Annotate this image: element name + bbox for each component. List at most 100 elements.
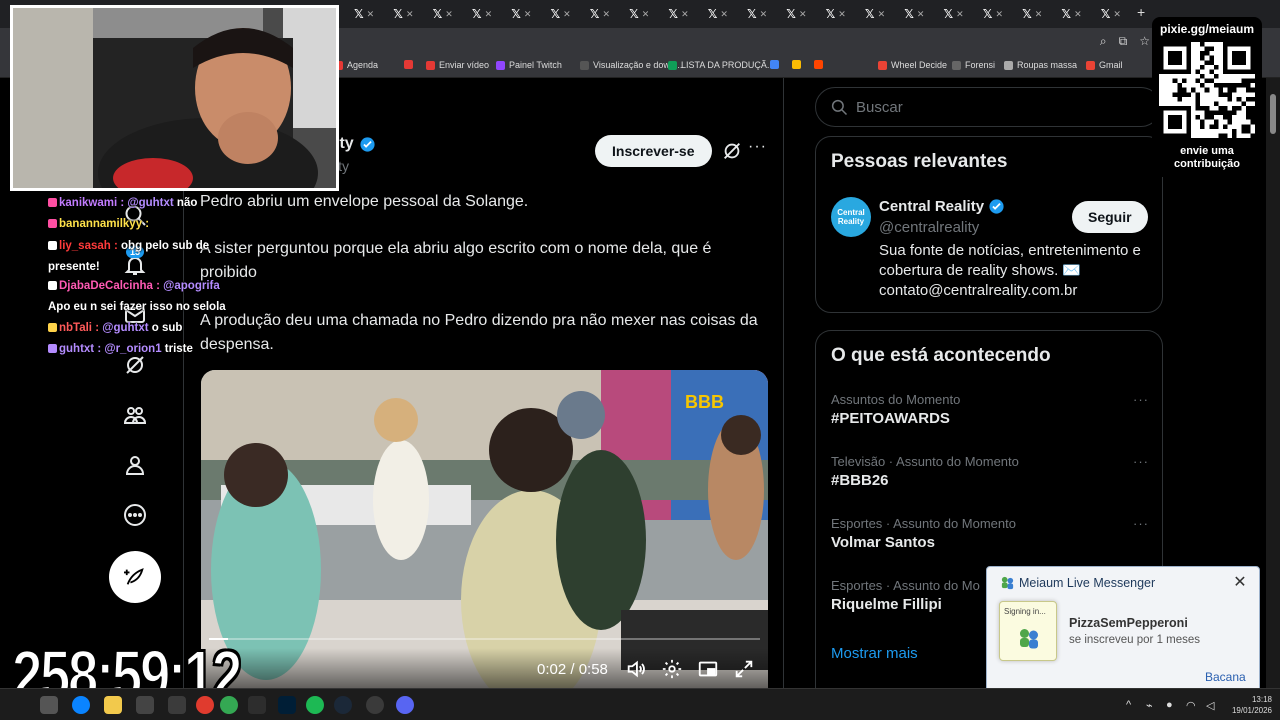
messenger-action-link[interactable]: Bacana xyxy=(1205,670,1246,684)
trend-item[interactable]: Televisão · Assunto do Momento #BBB26 ··… xyxy=(831,454,1149,489)
tab-close-icon[interactable]: ✕ xyxy=(1113,9,1121,20)
grok-icon[interactable] xyxy=(122,352,148,378)
taskbar-app-icon[interactable] xyxy=(136,696,154,714)
network-icon[interactable]: ⌁ xyxy=(1146,699,1153,712)
browser-tab[interactable]: 𝕏 ✕ xyxy=(786,4,820,24)
scrollbar-thumb[interactable] xyxy=(1270,94,1276,134)
tab-close-icon[interactable]: ✕ xyxy=(524,9,532,20)
browser-tab[interactable]: 𝕏 ✕ xyxy=(904,4,938,24)
tab-close-icon[interactable]: ✕ xyxy=(681,9,689,20)
photoshop-icon[interactable] xyxy=(278,696,296,714)
bookmark-item[interactable]: Agenda xyxy=(334,60,378,70)
bookmark-item[interactable]: Painel Twitch xyxy=(496,60,562,70)
bookmark-item[interactable]: Roupas massa xyxy=(1004,60,1077,70)
tab-close-icon[interactable]: ✕ xyxy=(878,9,886,20)
system-clock[interactable]: 13:18 19/01/2026 xyxy=(1226,694,1272,716)
tab-close-icon[interactable]: ✕ xyxy=(485,9,493,20)
page-scrollbar[interactable] xyxy=(1266,78,1280,688)
tab-close-icon[interactable]: ✕ xyxy=(563,9,571,20)
browser-tab[interactable]: 𝕏 ✕ xyxy=(983,4,1017,24)
microphone-icon[interactable]: ● xyxy=(1166,699,1173,711)
browser-tab[interactable]: 𝕏 ✕ xyxy=(472,4,506,24)
subscribe-button[interactable]: Inscrever-se xyxy=(595,135,712,167)
folder-icon[interactable] xyxy=(104,696,122,714)
browser-tab[interactable]: 𝕏 ✕ xyxy=(865,4,899,24)
chrome-icon[interactable] xyxy=(220,696,238,714)
tab-close-icon[interactable]: ✕ xyxy=(995,9,1003,20)
bookmark-item[interactable] xyxy=(770,60,779,69)
account-name[interactable]: ity xyxy=(335,135,376,153)
pip-icon[interactable] xyxy=(697,658,719,680)
bookmark-item[interactable] xyxy=(404,60,413,69)
video-progress-bar[interactable] xyxy=(209,638,760,640)
spotify-icon[interactable] xyxy=(306,696,324,714)
communities-icon[interactable] xyxy=(122,402,148,428)
follow-button[interactable]: Seguir xyxy=(1072,201,1148,233)
tab-close-icon[interactable]: ✕ xyxy=(760,9,768,20)
zoom-icon[interactable]: ⌕ xyxy=(1100,34,1107,49)
relevant-account-name-text[interactable]: Central Reality xyxy=(879,198,984,215)
browser-tab[interactable]: 𝕏 ✕ xyxy=(393,4,427,24)
bookmark-item[interactable]: Wheel Decide xyxy=(878,60,947,70)
browser-tab[interactable]: 𝕏 ✕ xyxy=(708,4,742,24)
video-player[interactable]: BBB 0:02 / 0:58 xyxy=(201,370,768,688)
tab-close-icon[interactable]: ✕ xyxy=(956,9,964,20)
browser-tab[interactable]: 𝕏 ✕ xyxy=(433,4,467,24)
volume-tray-icon[interactable]: ◁ xyxy=(1206,699,1214,712)
tab-close-icon[interactable]: ✕ xyxy=(1035,9,1043,20)
tab-close-icon[interactable]: ✕ xyxy=(406,9,414,20)
volume-icon[interactable] xyxy=(625,658,647,680)
edge-icon[interactable] xyxy=(72,696,90,714)
tab-close-icon[interactable]: ✕ xyxy=(602,9,610,20)
bookmark-item[interactable] xyxy=(814,60,823,69)
tab-close-icon[interactable]: ✕ xyxy=(642,9,650,20)
bookmark-item[interactable]: Gmail xyxy=(1086,60,1123,70)
fullscreen-icon[interactable] xyxy=(733,658,755,680)
search-bar[interactable] xyxy=(815,87,1161,127)
browser-tab[interactable]: 𝕏 ✕ xyxy=(1022,4,1056,24)
taskbar-app-icon[interactable] xyxy=(168,696,186,714)
browser-tab[interactable]: 𝕏 ✕ xyxy=(826,4,860,24)
extension-icon[interactable]: ⧉ xyxy=(1119,34,1128,49)
trend-more-icon[interactable]: ··· xyxy=(1133,454,1149,469)
browser-tab[interactable]: 𝕏 ✕ xyxy=(944,4,978,24)
profile-icon[interactable] xyxy=(122,452,148,478)
tab-close-icon[interactable]: ✕ xyxy=(445,9,453,20)
tab-close-icon[interactable]: ✕ xyxy=(367,9,375,20)
taskbar-app-icon[interactable] xyxy=(40,696,58,714)
star-icon[interactable]: ☆ xyxy=(1139,34,1150,49)
browser-tab[interactable]: 𝕏 ✕ xyxy=(668,4,702,24)
tab-close-icon[interactable]: ✕ xyxy=(1074,9,1082,20)
discord-icon[interactable] xyxy=(396,696,414,714)
tab-close-icon[interactable]: ✕ xyxy=(917,9,925,20)
trend-item[interactable]: Esportes · Assunto do Momento Volmar San… xyxy=(831,516,1149,551)
tab-close-icon[interactable]: ✕ xyxy=(838,9,846,20)
avatar[interactable]: Central Reality xyxy=(831,197,871,237)
relevant-account-handle[interactable]: @centralreality xyxy=(879,219,979,236)
wifi-icon[interactable]: ◠ xyxy=(1186,699,1196,712)
browser-tab[interactable]: 𝕏 ✕ xyxy=(354,4,388,24)
taskbar-app-icon[interactable] xyxy=(248,696,266,714)
obs-icon[interactable] xyxy=(366,696,384,714)
grok-icon[interactable] xyxy=(721,140,743,162)
bookmark-item[interactable]: Enviar vídeo xyxy=(426,60,489,70)
browser-tab[interactable]: 𝕏 ✕ xyxy=(629,4,663,24)
more-icon[interactable] xyxy=(122,502,148,528)
new-tab-button[interactable]: + xyxy=(1137,4,1145,20)
tray-chevron-icon[interactable]: ^ xyxy=(1126,699,1131,711)
browser-tab[interactable]: 𝕏 ✕ xyxy=(590,4,624,24)
browser-tab[interactable]: 𝕏 ✕ xyxy=(747,4,781,24)
post-more-button[interactable]: ··· xyxy=(748,138,767,156)
settings-icon[interactable] xyxy=(661,658,683,680)
trend-more-icon[interactable]: ··· xyxy=(1133,516,1149,531)
bookmark-item[interactable] xyxy=(792,60,801,69)
browser-tab[interactable]: 𝕏 ✕ xyxy=(551,4,585,24)
close-icon[interactable]: ✕ xyxy=(1231,573,1249,591)
bookmark-item[interactable]: LISTA DA PRODUÇÃ... xyxy=(668,60,774,70)
search-input[interactable] xyxy=(856,98,1126,116)
browser-tab[interactable]: 𝕏 ✕ xyxy=(511,4,545,24)
trend-item[interactable]: Assuntos do Momento #PEITOAWARDS ··· xyxy=(831,392,1149,427)
steam-icon[interactable] xyxy=(334,696,352,714)
compose-post-button[interactable] xyxy=(109,551,161,603)
show-more-link[interactable]: Mostrar mais xyxy=(831,645,918,662)
